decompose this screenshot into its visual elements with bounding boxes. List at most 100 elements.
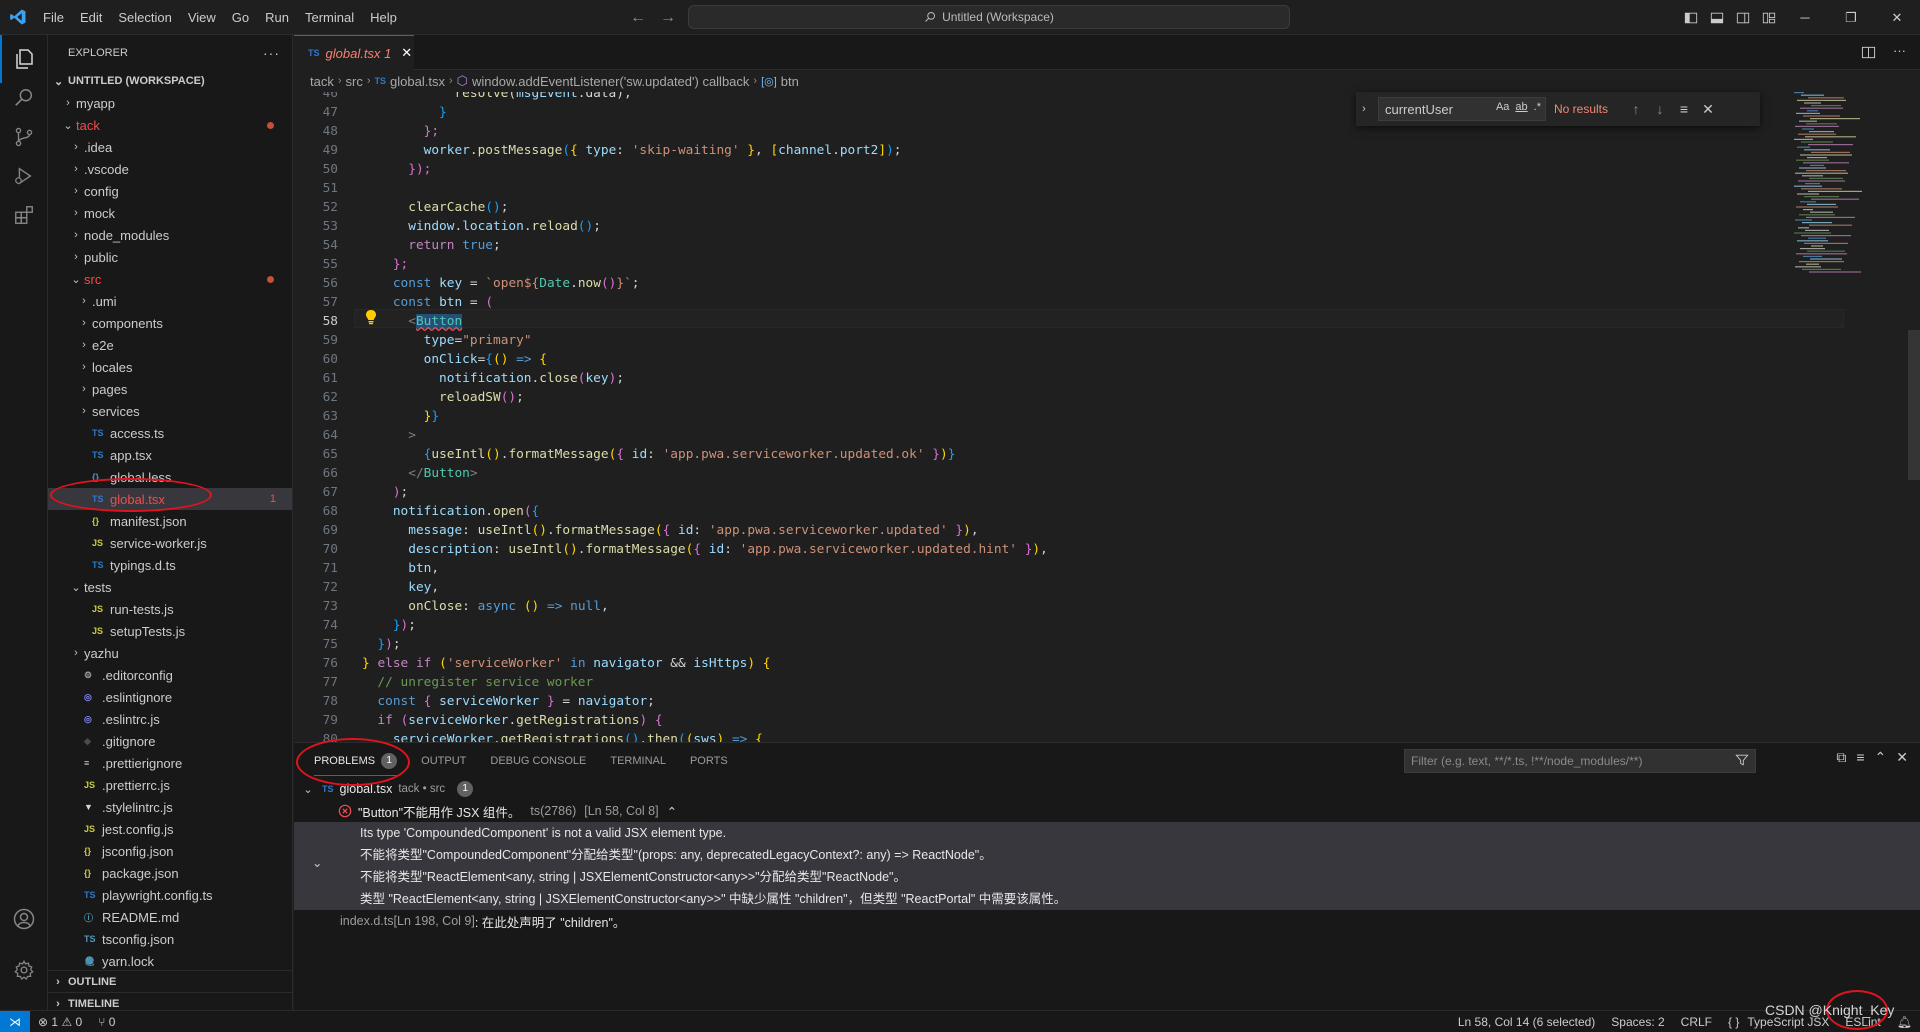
use-regex-icon[interactable]: .* [1534, 101, 1541, 113]
menu-terminal[interactable]: Terminal [297, 0, 362, 35]
tree-item-setuptests-js[interactable]: JS setupTests.js [48, 620, 292, 642]
tree-item-eslintignore[interactable]: ◎ .eslintignore [48, 686, 292, 708]
tree-item-services[interactable]: › services [48, 400, 292, 422]
tab-problems[interactable]: PROBLEMS 1 [314, 745, 398, 776]
restore-icon[interactable]: ❐ [1828, 0, 1874, 35]
previous-match-icon[interactable]: ↑ [1624, 101, 1648, 117]
chevron-up-icon[interactable]: ⌃ [667, 804, 677, 819]
editor-more-icon[interactable]: ··· [1893, 43, 1906, 58]
menu-edit[interactable]: Edit [72, 0, 110, 35]
language-braces-icon[interactable]: { } [1720, 1015, 1747, 1029]
minimize-icon[interactable]: ─ [1782, 0, 1828, 35]
tree-item-umi[interactable]: › .umi [48, 290, 292, 312]
tree-item-stylelintrc-js[interactable]: ▼ .stylelintrc.js [48, 796, 292, 818]
close-tab-icon[interactable]: ✕ [401, 45, 412, 61]
match-whole-word-icon[interactable]: ab [1515, 101, 1527, 113]
tree-item-jest-config-js[interactable]: JS jest.config.js [48, 818, 292, 840]
toggle-panel-icon[interactable] [1704, 0, 1730, 35]
breadcrumb-file[interactable]: global.tsx [390, 74, 445, 89]
tab-terminal[interactable]: TERMINAL [610, 755, 666, 767]
close-find-icon[interactable]: ✕ [1696, 101, 1720, 118]
tab-global-tsx[interactable]: TS global.tsx 1 ✕ [294, 35, 414, 70]
split-editor-icon[interactable] [1861, 45, 1876, 63]
problems-filter-input[interactable]: Filter (e.g. text, **/*.ts, !**/node_mod… [1404, 749, 1756, 773]
menu-selection[interactable]: Selection [110, 0, 179, 35]
menu-go[interactable]: Go [224, 0, 257, 35]
tree-item-locales[interactable]: › locales [48, 356, 292, 378]
tree-item-manifest-json[interactable]: {} manifest.json [48, 510, 292, 532]
breadcrumb-btn[interactable]: btn [781, 74, 799, 89]
tree-item-tack[interactable]: ⌄ tack [48, 114, 292, 136]
forward-arrow-icon[interactable]: → [660, 0, 676, 35]
tree-item-public[interactable]: › public [48, 246, 292, 268]
tree-item-components[interactable]: › components [48, 312, 292, 334]
tree-item-myapp[interactable]: › myapp [48, 92, 292, 114]
timeline-section[interactable]: › TIMELINE [48, 992, 292, 1010]
breadcrumb-callback[interactable]: window.addEventListener('sw.updated') ca… [472, 74, 749, 89]
tree-item-yazhu[interactable]: › yazhu [48, 642, 292, 664]
tree-item-readme-md[interactable]: ⓘ README.md [48, 906, 292, 928]
view-as-tree-icon[interactable]: ≡ [1856, 749, 1864, 766]
customize-layout-icon[interactable] [1756, 0, 1782, 35]
problems-status[interactable]: ⊗ 1 ⚠ 0 [30, 1015, 90, 1029]
tab-ports[interactable]: PORTS [690, 755, 728, 767]
tree-item-access-ts[interactable]: TS access.ts [48, 422, 292, 444]
tree-item-prettierignore[interactable]: ≡ .prettierignore [48, 752, 292, 774]
manage-gear-icon[interactable] [0, 946, 48, 994]
tree-item-global-less[interactable]: {} global.less [48, 466, 292, 488]
tree-item-editorconfig[interactable]: ⚙ .editorconfig [48, 664, 292, 686]
close-window-icon[interactable]: ✕ [1874, 0, 1920, 35]
tree-item-global-tsx[interactable]: TS global.tsx 1 [48, 488, 292, 510]
tab-output[interactable]: OUTPUT [421, 755, 466, 767]
breadcrumb-src[interactable]: src [346, 74, 363, 89]
tree-item-pages[interactable]: › pages [48, 378, 292, 400]
related-info-row[interactable]: index.d.ts [Ln 198, Col 9] : 在此处声明了 "chi… [294, 910, 1920, 932]
tree-item-vscode[interactable]: › .vscode [48, 158, 292, 180]
tree-item-package-json[interactable]: {} package.json [48, 862, 292, 884]
problem-error-row[interactable]: "Button"不能用作 JSX 组件。 ts(2786) [Ln 58, Co… [294, 800, 1920, 822]
tree-item-tests[interactable]: ⌄ tests [48, 576, 292, 598]
toggle-primary-sidebar-icon[interactable] [1678, 0, 1704, 35]
find-input[interactable]: currentUser Aa ab .* [1378, 97, 1546, 121]
tree-item-idea[interactable]: › .idea [48, 136, 292, 158]
tree-item-yarn-lock[interactable]: 🧶︎ yarn.lock [48, 950, 292, 972]
outline-section[interactable]: › OUTLINE [48, 970, 292, 992]
tree-item-jsconfig-json[interactable]: {} jsconfig.json [48, 840, 292, 862]
editor-scrollbar[interactable] [1908, 330, 1920, 480]
tree-item-mock[interactable]: › mock [48, 202, 292, 224]
code-editor[interactable]: 46 resolve(msgEvent.data); 47 } 48 }; 49… [294, 92, 1920, 742]
menu-help[interactable]: Help [362, 0, 405, 35]
back-arrow-icon[interactable]: ← [630, 0, 646, 35]
collapse-all-icon[interactable]: ⧉ [1836, 749, 1846, 766]
problem-file-row[interactable]: ⌄ TS global.tsx tack • src 1 [294, 778, 1920, 800]
ports-status[interactable]: ⑂ 0 [90, 1015, 123, 1029]
command-center-search[interactable]: Untitled (Workspace) [688, 5, 1290, 29]
tree-item-src[interactable]: ⌄ src [48, 268, 292, 290]
toggle-replace-icon[interactable]: › [1356, 103, 1372, 115]
tree-item-tsconfig-json[interactable]: TS tsconfig.json [48, 928, 292, 950]
menu-view[interactable]: View [180, 0, 224, 35]
tree-item-service-worker-js[interactable]: JS service-worker.js [48, 532, 292, 554]
end-of-line[interactable]: CRLF [1673, 1015, 1720, 1029]
tree-item-prettierrc-js[interactable]: JS .prettierrc.js [48, 774, 292, 796]
maximize-panel-icon[interactable]: ⌃ [1875, 749, 1887, 766]
close-panel-icon[interactable]: ✕ [1896, 749, 1908, 766]
find-in-selection-icon[interactable]: ≡ [1672, 101, 1696, 117]
next-match-icon[interactable]: ↓ [1648, 101, 1672, 117]
remote-indicator-icon[interactable]: ⋊ [0, 1010, 30, 1032]
tree-item-playwright-config-ts[interactable]: TS playwright.config.ts [48, 884, 292, 906]
breadcrumb-tack[interactable]: tack [310, 74, 334, 89]
tree-item-e2e[interactable]: › e2e [48, 334, 292, 356]
filter-icon[interactable] [1735, 753, 1749, 770]
menu-file[interactable]: File [35, 0, 72, 35]
tree-item-app-tsx[interactable]: TS app.tsx [48, 444, 292, 466]
tree-item-run-tests-js[interactable]: JS run-tests.js [48, 598, 292, 620]
more-actions-icon[interactable]: ··· [263, 45, 280, 61]
indentation[interactable]: Spaces: 2 [1603, 1015, 1672, 1029]
accounts-icon[interactable] [0, 895, 48, 943]
tree-item-config[interactable]: › config [48, 180, 292, 202]
minimap[interactable] [1790, 92, 1900, 742]
lightbulb-icon[interactable] [364, 309, 378, 329]
chevron-down-icon[interactable]: ⌄ [312, 855, 322, 870]
menu-run[interactable]: Run [257, 0, 297, 35]
